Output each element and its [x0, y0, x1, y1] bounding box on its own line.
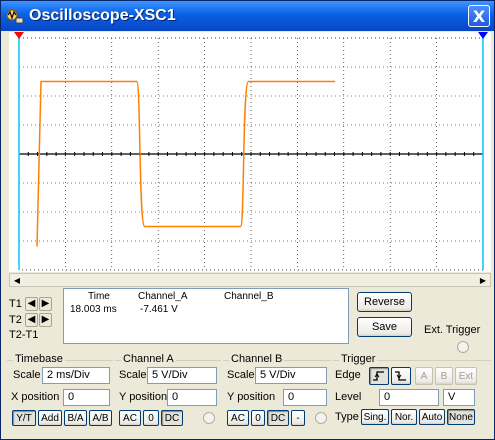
- reverse-button-label: Reverse: [364, 296, 405, 308]
- trigger-source-ext-button[interactable]: Ext: [455, 367, 477, 385]
- rising-edge-button[interactable]: [369, 367, 389, 385]
- rising-edge-icon: [373, 371, 384, 381]
- timebase-scale-label: Scale: [13, 369, 41, 381]
- falling-edge-button[interactable]: [391, 367, 411, 385]
- trigger-single-button[interactable]: Sing.: [361, 409, 389, 425]
- t2-right-button[interactable]: ▶: [39, 313, 52, 327]
- close-button[interactable]: X: [468, 5, 490, 27]
- save-button[interactable]: Save: [357, 317, 412, 337]
- title-bar[interactable]: Oscilloscope-XSC1 X: [1, 1, 494, 31]
- channel-b-group: Channel B Scale 5 V/Div Y position 0 AC …: [223, 353, 331, 431]
- timebase-title: Timebase: [13, 353, 65, 365]
- readout-channel-a-value: -7.461 V: [140, 304, 178, 315]
- ext-trigger-label: Ext. Trigger: [424, 324, 481, 336]
- channel-b-ypos-field[interactable]: 0: [283, 389, 327, 406]
- window-title: Oscilloscope-XSC1: [29, 7, 176, 24]
- channel-b-title: Channel B: [229, 353, 285, 365]
- x-position-label: X position: [11, 391, 60, 403]
- mode-add-button[interactable]: Add: [38, 410, 62, 426]
- reverse-button[interactable]: Reverse: [357, 292, 412, 312]
- readout-header-channel-b: Channel_B: [224, 291, 274, 302]
- readout-header-time: Time: [88, 291, 110, 302]
- ext-trigger-terminal[interactable]: [457, 341, 469, 353]
- trigger-normal-button[interactable]: Nor.: [391, 409, 417, 425]
- channel-b-zero-button[interactable]: 0: [251, 410, 265, 426]
- arrow-left-icon: ◀: [27, 314, 36, 325]
- arrow-right-icon: ▶: [41, 298, 50, 309]
- trigger-group: Trigger Edge A B Ext Level 0 V Type Sing…: [333, 353, 491, 431]
- channel-a-scale-label: Scale: [119, 369, 147, 381]
- oscilloscope-window: Oscilloscope-XSC1 X ◀ ▶ T1 ◀ ▶ T2 ◀ ▶ T2…: [0, 0, 495, 440]
- x-position-field[interactable]: 0: [63, 389, 110, 406]
- scroll-left-icon[interactable]: ◀: [10, 274, 24, 286]
- t1-left-button[interactable]: ◀: [25, 297, 38, 311]
- save-button-label: Save: [371, 321, 398, 333]
- channel-b-dc-button[interactable]: DC: [267, 410, 289, 426]
- channel-a-zero-button[interactable]: 0: [143, 410, 159, 426]
- t2-left-button[interactable]: ◀: [25, 313, 38, 327]
- scope-screen-frame: [9, 32, 491, 272]
- arrow-left-icon: ◀: [27, 298, 36, 309]
- t1-cursor-marker: [14, 32, 24, 39]
- channel-a-ypos-field[interactable]: 0: [167, 389, 217, 406]
- mode-ab-button[interactable]: A/B: [89, 410, 112, 426]
- timebase-group: Timebase Scale 2 ms/Div X position 0 Y/T…: [7, 353, 113, 431]
- channel-b-ac-button[interactable]: AC: [227, 410, 249, 426]
- close-icon: X: [472, 6, 486, 26]
- readout-time-value: 18.003 ms: [70, 304, 117, 315]
- t2-t1-label: T2-T1: [9, 329, 39, 341]
- t2-label: T2: [9, 314, 22, 326]
- channel-a-title: Channel A: [121, 353, 176, 365]
- scroll-right-icon[interactable]: ▶: [476, 274, 490, 286]
- readout-header-channel-a: Channel_A: [138, 291, 188, 302]
- channel-a-scale-field[interactable]: 5 V/Div: [147, 367, 217, 384]
- channel-a-ac-button[interactable]: AC: [119, 410, 141, 426]
- measurement-readout: Time Channel_A Channel_B 18.003 ms -7.46…: [63, 288, 349, 344]
- trigger-level-field[interactable]: 0: [379, 389, 439, 406]
- trigger-source-a-button[interactable]: A: [415, 367, 433, 385]
- mode-ba-button[interactable]: B/A: [64, 410, 87, 426]
- channel-b-ypos-label: Y position: [227, 391, 276, 403]
- mode-yt-button[interactable]: Y/T: [12, 410, 36, 426]
- channel-b-terminal[interactable]: [315, 412, 327, 424]
- channel-b-scale-label: Scale: [227, 369, 255, 381]
- channel-a-ypos-label: Y position: [119, 391, 168, 403]
- timebase-scale-field[interactable]: 2 ms/Div: [42, 367, 110, 384]
- scope-display[interactable]: [9, 32, 491, 272]
- horizontal-scrollbar[interactable]: ◀ ▶: [9, 273, 491, 287]
- arrow-right-icon: ▶: [41, 314, 50, 325]
- channel-a-trace: [36, 80, 336, 247]
- channel-a-group: Channel A Scale 5 V/Div Y position 0 AC …: [115, 353, 221, 431]
- trigger-source-b-button[interactable]: B: [435, 367, 453, 385]
- trigger-none-button[interactable]: None: [447, 409, 475, 425]
- trigger-type-label: Type: [335, 411, 359, 423]
- trigger-level-unit[interactable]: V: [443, 389, 475, 406]
- oscilloscope-icon: [6, 9, 24, 24]
- t1-right-button[interactable]: ▶: [39, 297, 52, 311]
- t1-label: T1: [9, 298, 22, 310]
- falling-edge-icon: [395, 371, 406, 381]
- trigger-edge-label: Edge: [335, 369, 361, 381]
- trigger-title: Trigger: [339, 353, 378, 365]
- channel-a-dc-button[interactable]: DC: [161, 410, 183, 426]
- channel-b-minus-button[interactable]: -: [291, 410, 305, 426]
- channel-a-terminal[interactable]: [203, 412, 215, 424]
- trigger-auto-button[interactable]: Auto: [419, 409, 445, 425]
- trigger-level-label: Level: [335, 391, 362, 403]
- channel-b-scale-field[interactable]: 5 V/Div: [255, 367, 327, 384]
